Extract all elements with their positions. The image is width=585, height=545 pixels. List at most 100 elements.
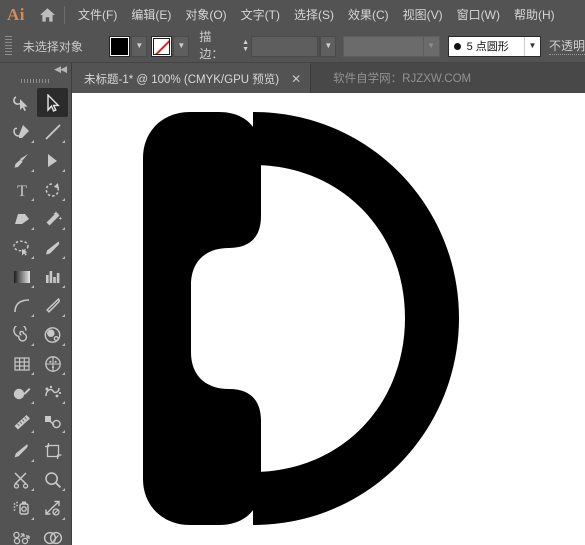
illustrator-window: Ai 文件(F) 编辑(E) 对象(O) 文字(T) 选择(S) 效果(C) 视… bbox=[0, 0, 585, 545]
document-tab[interactable]: 未标题-1* @ 100% (CMYK/GPU 预览) ✕ bbox=[72, 63, 312, 93]
stroke-weight-label: 描边： bbox=[199, 28, 235, 64]
lasso-tool[interactable] bbox=[6, 233, 37, 262]
stroke-swatch-dropdown[interactable]: ▼ bbox=[173, 35, 190, 57]
flyout-indicator-icon bbox=[31, 227, 34, 230]
magic-wand-tool[interactable] bbox=[37, 204, 68, 233]
shaper-tool[interactable] bbox=[6, 378, 37, 407]
flyout-indicator-icon bbox=[62, 256, 65, 259]
open-arc-ring-shape[interactable] bbox=[253, 112, 459, 525]
menu-item-window[interactable]: 窗口(W) bbox=[450, 0, 507, 30]
flyout-indicator-icon bbox=[62, 517, 65, 520]
flyout-indicator-icon bbox=[62, 169, 65, 172]
none-color-icon bbox=[153, 37, 171, 55]
stroke-color-swatch[interactable] bbox=[151, 35, 173, 57]
column-graph-tool[interactable] bbox=[37, 262, 68, 291]
flyout-indicator-icon bbox=[62, 198, 65, 201]
zoom-tool[interactable] bbox=[37, 465, 68, 494]
symbol-styler-tool[interactable] bbox=[37, 523, 68, 545]
brush-dot-icon bbox=[453, 42, 461, 50]
symbol-sprayer-tool[interactable] bbox=[37, 378, 68, 407]
chevron-down-icon: ▼ bbox=[523, 36, 540, 56]
flyout-indicator-icon bbox=[31, 314, 34, 317]
eyedropper-tool[interactable] bbox=[37, 291, 68, 320]
stroke-swatch-group: ▼ bbox=[151, 35, 190, 57]
direct-selection-tool[interactable] bbox=[37, 88, 68, 117]
stroke-weight-stepper[interactable]: ▲ ▼ bbox=[240, 36, 252, 57]
flyout-indicator-icon bbox=[31, 256, 34, 259]
chevron-down-icon: ▼ bbox=[177, 41, 186, 50]
scale-tool[interactable] bbox=[37, 494, 68, 523]
flyout-indicator-icon bbox=[62, 343, 65, 346]
flyout-indicator-icon bbox=[31, 169, 34, 172]
flyout-indicator-icon bbox=[31, 285, 34, 288]
pencil-tool[interactable] bbox=[37, 233, 68, 262]
fill-color-swatch[interactable] bbox=[109, 35, 131, 57]
artwork-group[interactable] bbox=[72, 93, 585, 545]
flyout-indicator-icon bbox=[62, 372, 65, 375]
flyout-indicator-icon bbox=[31, 401, 34, 404]
brush-definition-dropdown[interactable]: 5 点圆形 ▼ bbox=[447, 35, 541, 57]
spiral-tool[interactable] bbox=[6, 320, 37, 349]
collapse-panel-icon[interactable]: ◀◀ bbox=[54, 64, 67, 75]
symbol-screener-tool[interactable] bbox=[6, 494, 37, 523]
scissors-tool[interactable] bbox=[6, 465, 37, 494]
flyout-indicator-icon bbox=[62, 401, 65, 404]
flyout-indicator-icon bbox=[31, 140, 34, 143]
menu-item-help[interactable]: 帮助(H) bbox=[507, 0, 562, 30]
artboard-tool[interactable] bbox=[37, 436, 68, 465]
menu-item-object[interactable]: 对象(O) bbox=[178, 0, 233, 30]
stroke-profile-dropdown[interactable]: ▼ bbox=[343, 35, 440, 57]
flyout-indicator-icon bbox=[62, 285, 65, 288]
eraser-tool[interactable] bbox=[6, 204, 37, 233]
flyout-indicator-icon bbox=[62, 488, 65, 491]
options-bar: 未选择对象 ▼ ▼ 描边： ▲ ▼ ▼ ▼ 5 点圆形 ▼ 不透明 bbox=[0, 28, 585, 64]
mesh-tool[interactable] bbox=[37, 349, 68, 378]
gradient-tool[interactable] bbox=[6, 262, 37, 291]
options-bar-drag-handle[interactable] bbox=[3, 35, 14, 57]
stroke-weight-input[interactable] bbox=[251, 35, 319, 57]
fill-color-chip bbox=[111, 37, 129, 55]
flyout-indicator-icon bbox=[62, 140, 65, 143]
svg-text:T: T bbox=[17, 183, 27, 199]
menu-item-view[interactable]: 视图(V) bbox=[396, 0, 450, 30]
menu-bar: Ai 文件(F) 编辑(E) 对象(O) 文字(T) 选择(S) 效果(C) 视… bbox=[0, 0, 585, 30]
fill-swatch-dropdown[interactable]: ▼ bbox=[131, 35, 148, 57]
slice-tool[interactable] bbox=[37, 407, 68, 436]
paintbrush-tool[interactable] bbox=[6, 146, 37, 175]
menu-item-effect[interactable]: 效果(C) bbox=[341, 0, 396, 30]
menu-item-file[interactable]: 文件(F) bbox=[71, 0, 124, 30]
pen-tool[interactable] bbox=[6, 117, 37, 146]
tools-panel-drag-handle[interactable] bbox=[20, 76, 51, 86]
arc-tool[interactable] bbox=[6, 291, 37, 320]
chevron-down-icon: ▼ bbox=[135, 41, 144, 50]
menu-item-edit[interactable]: 编辑(E) bbox=[124, 0, 178, 30]
type-tool[interactable]: T bbox=[6, 175, 37, 204]
fill-swatch-group: ▼ bbox=[109, 35, 148, 57]
flyout-indicator-icon bbox=[31, 198, 34, 201]
flyout-indicator-icon bbox=[31, 517, 34, 520]
ai-logo: Ai bbox=[7, 5, 25, 24]
menu-item-select[interactable]: 选择(S) bbox=[287, 0, 341, 30]
line-segment-tool[interactable] bbox=[37, 117, 68, 146]
menu-item-type[interactable]: 文字(T) bbox=[234, 0, 287, 30]
home-icon[interactable] bbox=[32, 0, 62, 30]
blend-tool[interactable] bbox=[37, 320, 68, 349]
symbol-stainer-tool[interactable] bbox=[6, 523, 37, 545]
measure-tool[interactable] bbox=[6, 407, 37, 436]
telephone-handset-shape[interactable] bbox=[143, 112, 261, 525]
chevron-down-icon: ▼ bbox=[422, 36, 439, 56]
rectangular-grid-tool[interactable] bbox=[6, 349, 37, 378]
stroke-weight-dropdown[interactable]: ▼ bbox=[319, 35, 337, 57]
close-icon[interactable]: ✕ bbox=[291, 73, 301, 85]
shape-builder-tool[interactable] bbox=[37, 146, 68, 175]
document-tab-bar: 未标题-1* @ 100% (CMYK/GPU 预览) ✕ 软件自学网：RJZX… bbox=[72, 63, 585, 93]
flyout-indicator-icon bbox=[31, 343, 34, 346]
opacity-label[interactable]: 不透明 bbox=[548, 37, 585, 55]
pencil-draw-tool[interactable] bbox=[6, 436, 37, 465]
watermark-text: 软件自学网：RJZXW.COM bbox=[333, 73, 472, 85]
lasso-selection-tool[interactable] bbox=[6, 88, 37, 117]
menu-divider bbox=[64, 6, 65, 24]
document-canvas[interactable] bbox=[72, 93, 585, 545]
flyout-indicator-icon bbox=[31, 372, 34, 375]
rotate-tool[interactable] bbox=[37, 175, 68, 204]
